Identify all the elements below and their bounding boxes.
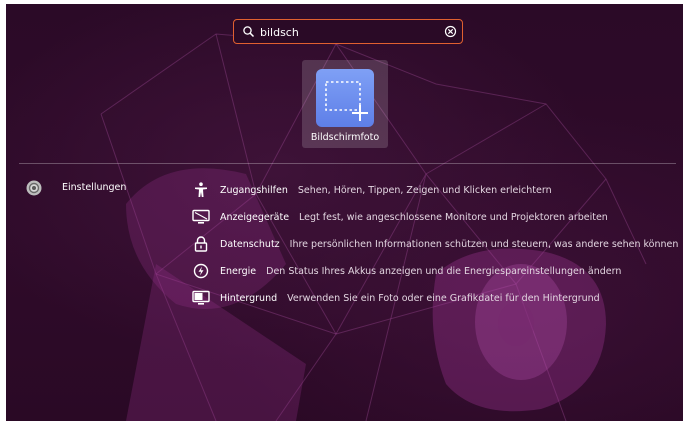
- activities-overview: Bildschirmfoto Einstellungen Zugangshilf…: [6, 4, 683, 421]
- result-description: Legt fest, wie angeschlossene Monitore u…: [299, 211, 608, 223]
- result-title: Zugangshilfen: [220, 184, 288, 196]
- result-energie[interactable]: Energie Den Status Ihres Akkus anzeigen …: [192, 262, 621, 280]
- result-title: Datenschutz: [220, 238, 280, 250]
- result-zugangshilfen[interactable]: Zugangshilfen Sehen, Hören, Tippen, Zeig…: [192, 181, 552, 199]
- result-datenschutz[interactable]: Datenschutz Ihre persönlichen Informatio…: [192, 235, 678, 253]
- search-input[interactable]: [260, 23, 430, 41]
- search-field[interactable]: [233, 19, 463, 44]
- settings-gear-icon: [26, 180, 42, 196]
- result-title: Hintergrund: [220, 292, 278, 304]
- result-hintergrund[interactable]: Hintergrund Verwenden Sie ein Foto oder …: [192, 289, 600, 307]
- clear-icon[interactable]: [444, 25, 457, 38]
- background-icon: [192, 290, 210, 305]
- result-anzeigegeraete[interactable]: Anzeigegeräte Legt fest, wie angeschloss…: [192, 208, 608, 226]
- result-description: Verwenden Sie ein Foto oder eine Grafikd…: [287, 292, 600, 304]
- screenshot-icon: [316, 69, 374, 127]
- display-icon: [192, 209, 210, 224]
- provider-name: Einstellungen: [62, 182, 127, 193]
- result-description: Ihre persönlichen Informationen schützen…: [289, 238, 679, 250]
- result-title: Anzeigegeräte: [220, 211, 290, 223]
- result-title: Energie: [220, 265, 257, 277]
- section-divider: [19, 163, 676, 164]
- power-icon: [193, 263, 209, 279]
- app-result-screenshot[interactable]: Bildschirmfoto: [302, 60, 388, 148]
- accessibility-icon: [195, 182, 207, 197]
- result-description: Den Status Ihres Akkus anzeigen und die …: [266, 265, 622, 277]
- result-description: Sehen, Hören, Tippen, Zeigen und Klicken…: [297, 184, 552, 196]
- privacy-lock-icon: [194, 236, 208, 252]
- search-icon: [243, 26, 255, 38]
- app-label: Bildschirmfoto: [310, 132, 380, 143]
